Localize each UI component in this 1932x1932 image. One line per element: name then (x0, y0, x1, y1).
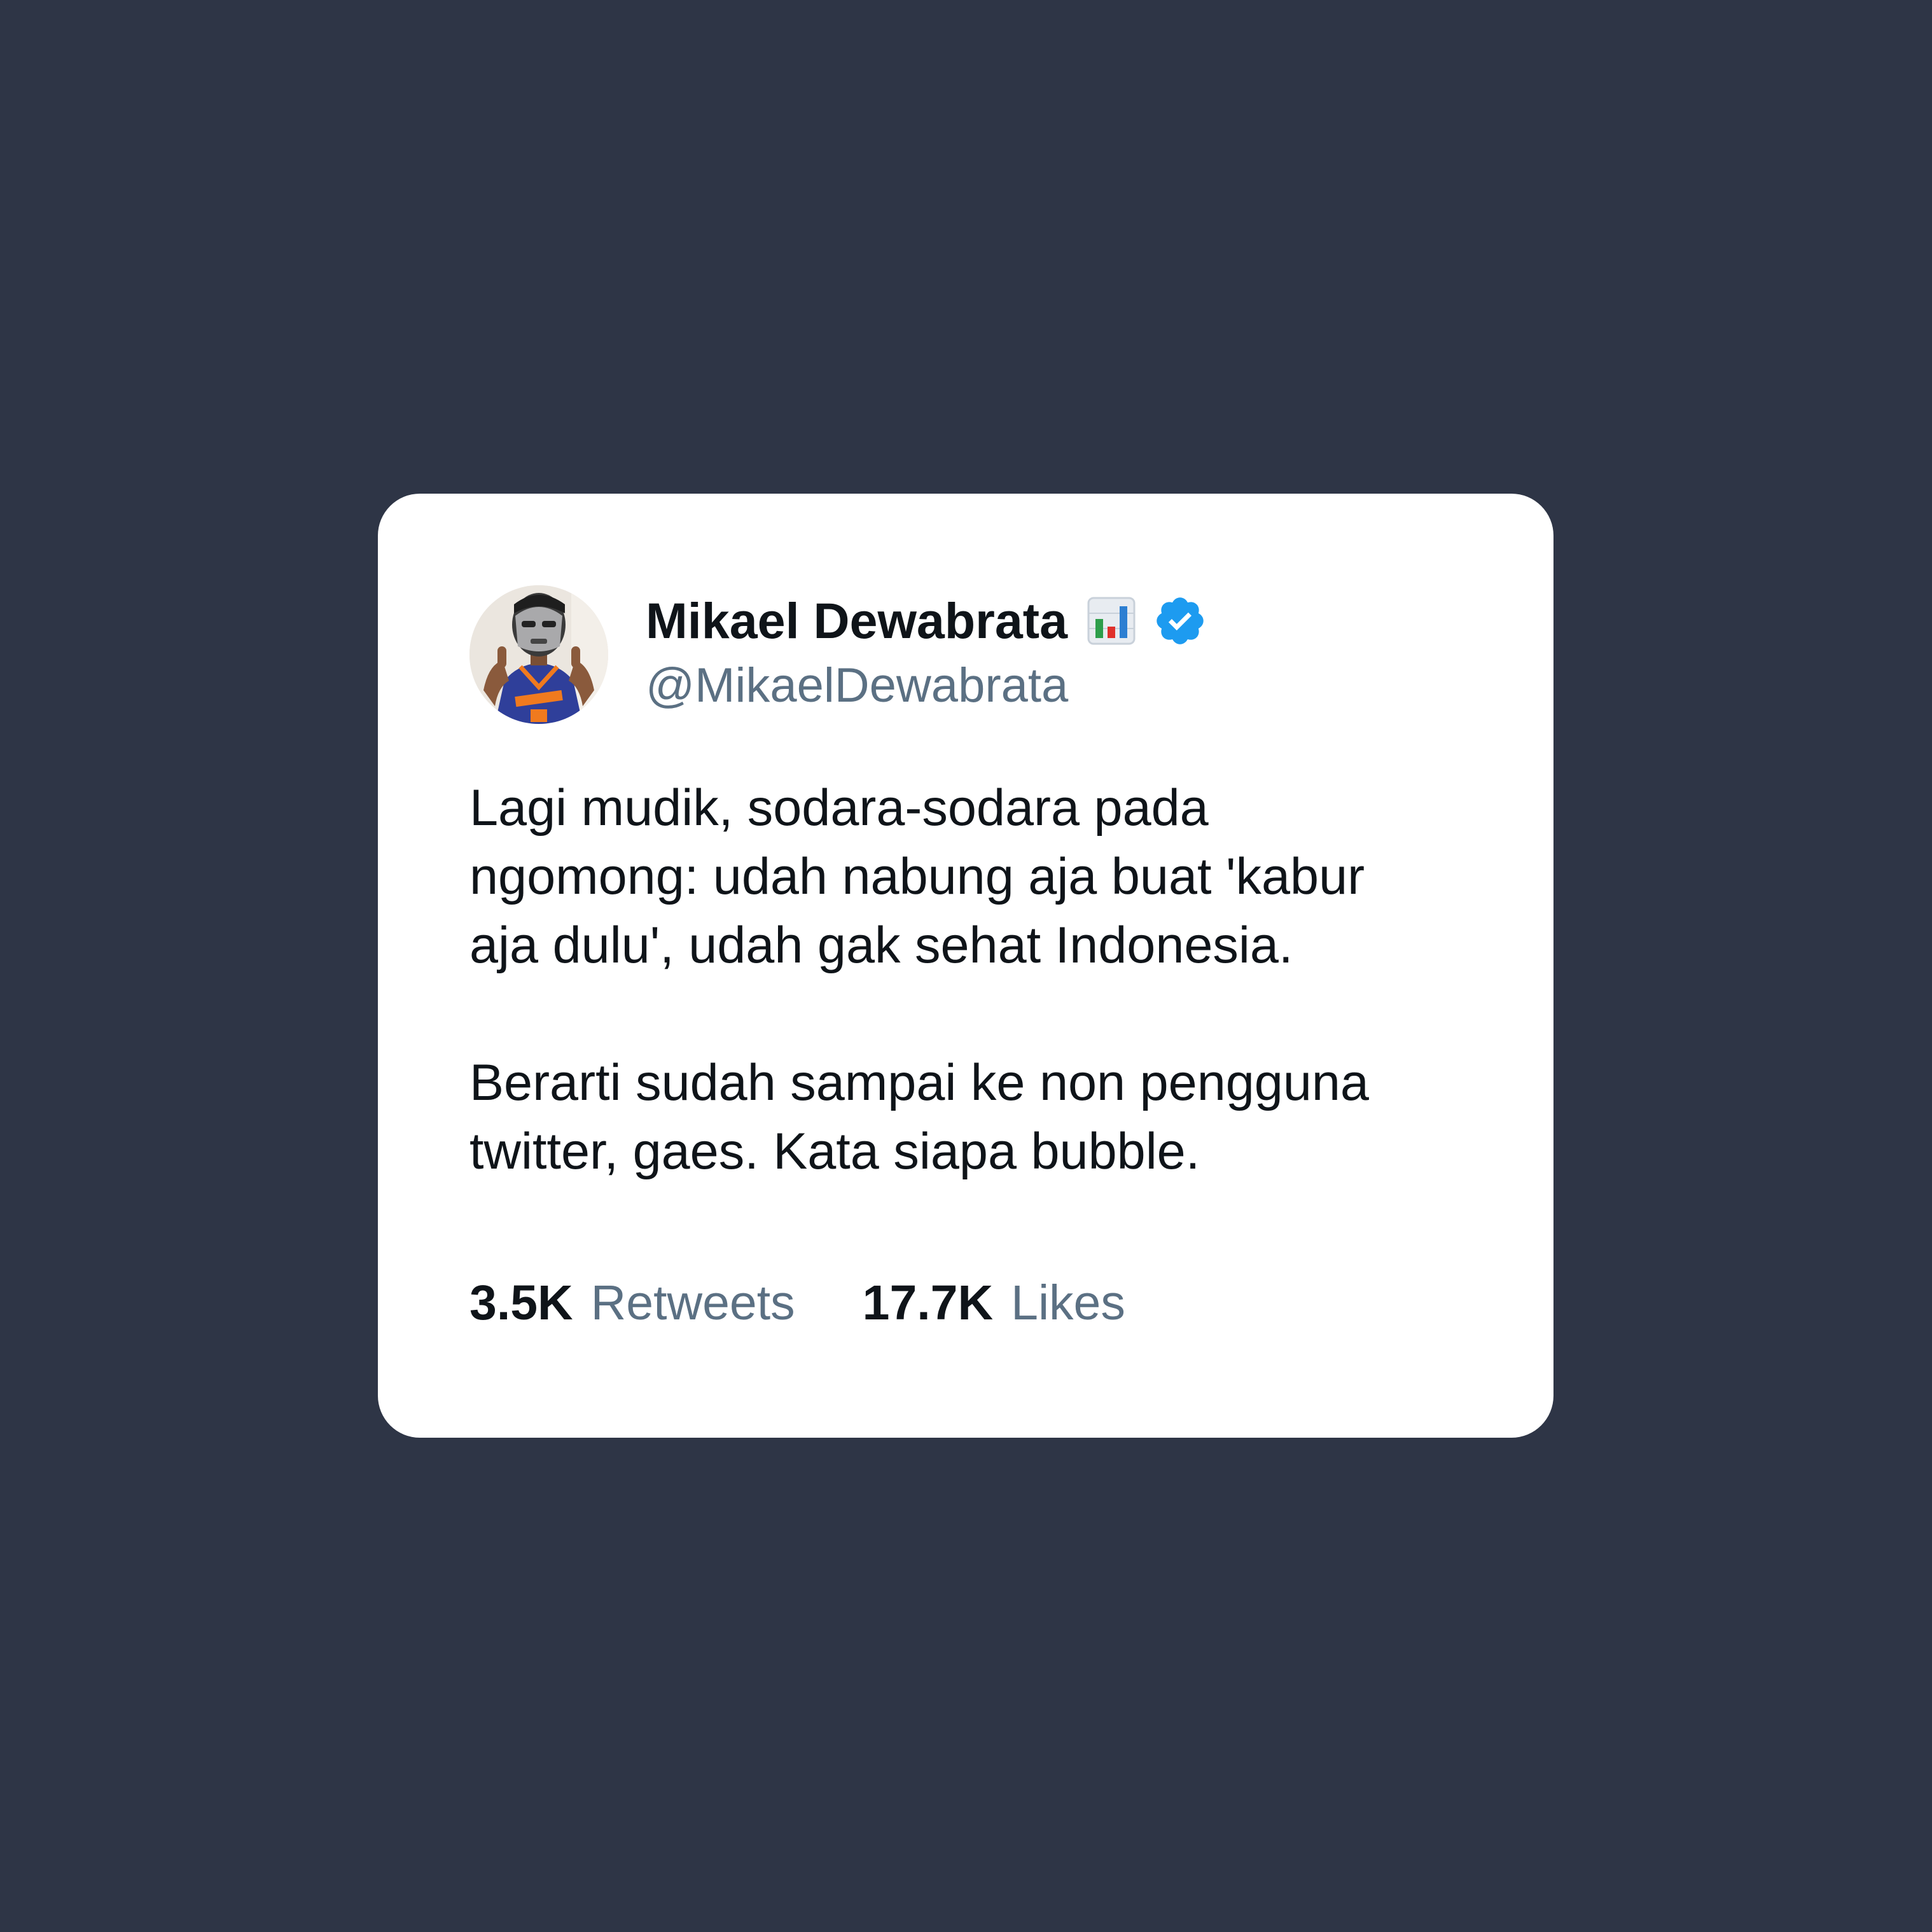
tweet-text-line: aja dulu', udah gak sehat Indonesia. (469, 917, 1293, 974)
retweets-label: Retweets (590, 1275, 795, 1330)
tweet-text-line: Lagi mudik, sodara-sodara pada (469, 779, 1209, 837)
verified-badge-icon (1153, 594, 1207, 648)
tweet-text: Lagi mudik, sodara-sodara pada ngomong: … (469, 774, 1500, 1186)
retweets-count: 3.5K (469, 1275, 573, 1330)
tweet-card: Mikael Dewabrata @MikaelDewabrata Lagi m… (378, 494, 1553, 1438)
likes-stat[interactable]: 17.7K Likes (863, 1275, 1125, 1331)
avatar-image (469, 585, 608, 724)
tweet-text-line: ngomong: udah nabung aja buat 'kabur (469, 848, 1365, 905)
bar-chart-emoji-icon (1087, 596, 1136, 646)
display-name[interactable]: Mikael Dewabrata (646, 592, 1067, 650)
tweet-text-line: Berarti sudah sampai ke non pengguna (469, 1054, 1369, 1111)
likes-count: 17.7K (862, 1275, 994, 1330)
author-name-row: Mikael Dewabrata (646, 589, 1207, 653)
retweets-stat[interactable]: 3.5K Retweets (469, 1275, 795, 1331)
author-handle[interactable]: @MikaelDewabrata (646, 658, 1068, 713)
avatar[interactable] (469, 585, 608, 724)
tweet-text-line: twitter, gaes. Kata siapa bubble. (469, 1123, 1200, 1180)
likes-label: Likes (1011, 1275, 1125, 1330)
tweet-stats: 3.5K Retweets 17.7K Likes (469, 1275, 1125, 1331)
